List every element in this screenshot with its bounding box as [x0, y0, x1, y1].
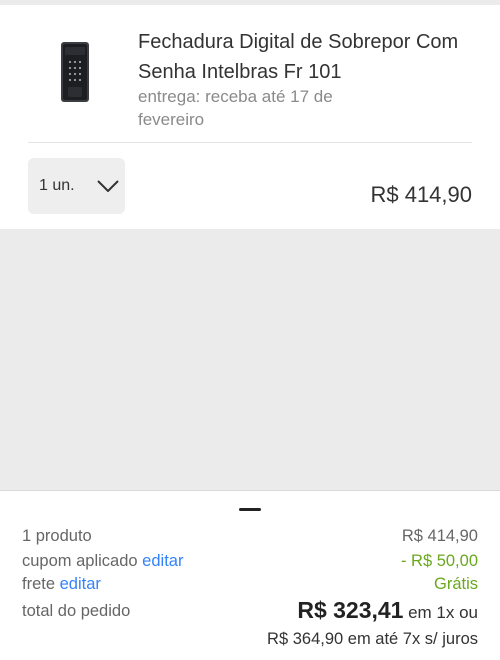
coupon-label-group: cupom aplicado editar	[22, 552, 183, 571]
digital-lock-icon	[61, 42, 89, 102]
shipping-label-group: frete editar	[22, 575, 101, 594]
total-label: total do pedido	[22, 602, 131, 620]
total-value-group: R$ 323,41 em 1x ou	[297, 597, 478, 624]
chevron-down-icon	[96, 180, 119, 192]
order-summary: 1 produto R$ 414,90 cupom aplicado edita…	[0, 490, 500, 660]
coupon-label: cupom aplicado	[22, 552, 138, 570]
coupon-value: - R$ 50,00	[400, 552, 478, 570]
delivery-info: entrega: receba até 17 de fevereiro	[138, 87, 333, 129]
quantity-label: 1 un.	[39, 177, 75, 194]
products-label: 1 produto	[22, 527, 92, 545]
drag-handle[interactable]	[239, 508, 261, 511]
total-value: R$ 323,41	[297, 597, 404, 623]
products-value: R$ 414,90	[401, 527, 478, 545]
item-price: R$ 414,90	[370, 182, 472, 207]
installments-info: R$ 364,90 em até 7x s/ juros	[267, 630, 478, 648]
total-suffix: em 1x ou	[408, 603, 478, 622]
product-image[interactable]	[60, 41, 90, 103]
quantity-selector[interactable]: 1 un.	[28, 158, 125, 214]
divider	[28, 142, 472, 143]
shipping-edit-link[interactable]: editar	[60, 575, 101, 593]
shipping-label: frete	[22, 575, 56, 593]
product-title[interactable]: Fechadura Digital de Sobrepor Com Senha …	[138, 27, 478, 87]
coupon-edit-link[interactable]: editar	[142, 552, 183, 570]
cart-item-card: Fechadura Digital de Sobrepor Com Senha …	[0, 5, 500, 229]
shipping-value: Grátis	[433, 575, 478, 593]
